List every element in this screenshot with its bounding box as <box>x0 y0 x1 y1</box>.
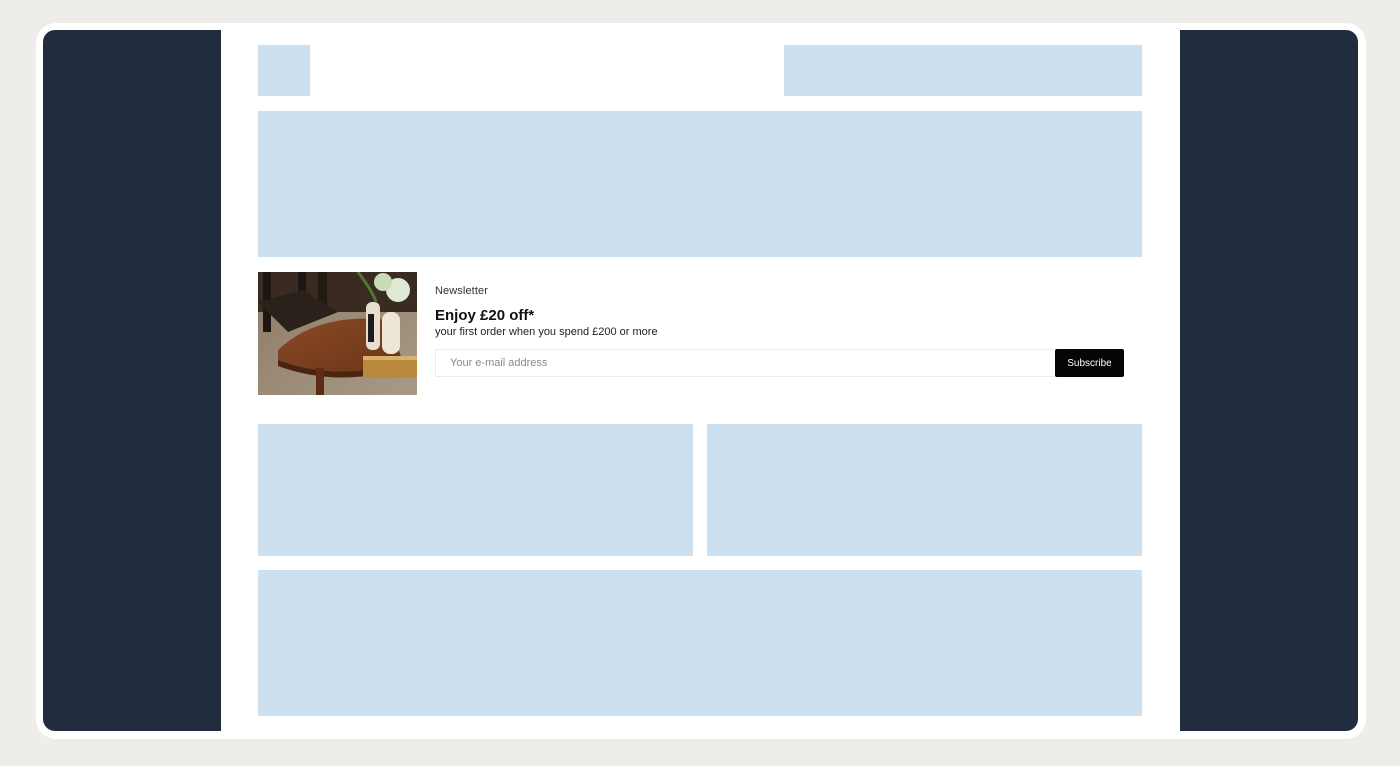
newsletter-eyebrow: Newsletter <box>435 285 488 297</box>
content-card-left-placeholder <box>258 424 693 556</box>
logo-placeholder[interactable] <box>258 45 310 96</box>
left-gutter <box>43 30 221 731</box>
email-field[interactable] <box>435 349 1055 377</box>
furniture-photo-icon <box>258 272 417 395</box>
newsletter-text: Newsletter Enjoy £20 off* your first ord… <box>435 284 1135 339</box>
newsletter-subtitle: your first order when you spend £200 or … <box>435 326 658 338</box>
newsletter-title: Enjoy £20 off* <box>435 307 535 324</box>
newsletter-form: Subscribe <box>435 349 1124 377</box>
browser-viewport: Newsletter Enjoy £20 off* your first ord… <box>43 30 1358 731</box>
navigation-placeholder[interactable] <box>784 45 1142 96</box>
hero-placeholder <box>258 111 1142 257</box>
footer-placeholder <box>258 570 1142 716</box>
subscribe-button[interactable]: Subscribe <box>1055 349 1124 377</box>
newsletter-image <box>258 272 417 395</box>
content-card-right-placeholder <box>707 424 1142 556</box>
right-gutter <box>1180 30 1358 731</box>
